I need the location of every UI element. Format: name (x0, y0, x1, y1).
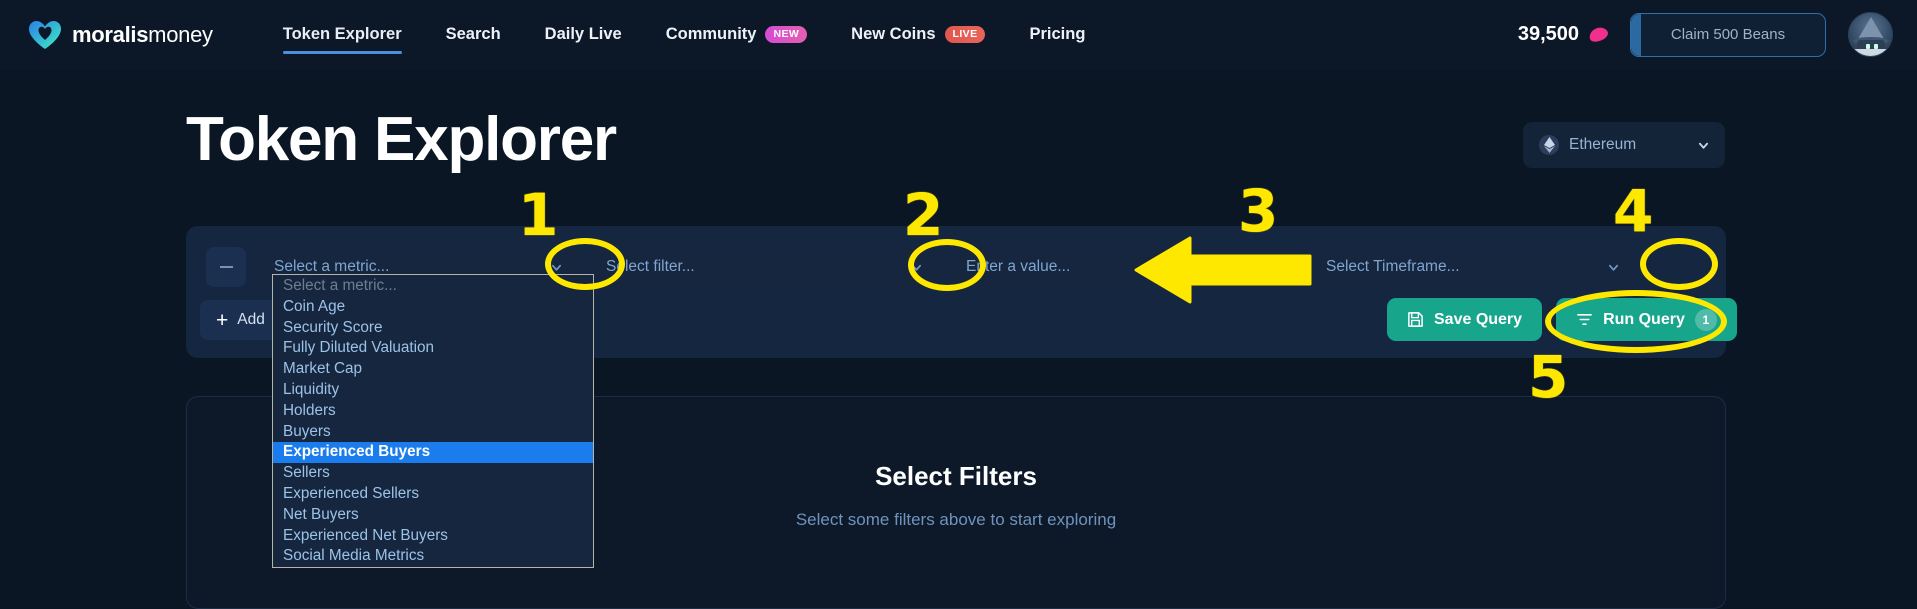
avatar-beard (1853, 49, 1888, 56)
remove-filter-button[interactable] (206, 247, 246, 287)
dropdown-option[interactable]: Social Media Metrics (273, 546, 593, 567)
beans-balance[interactable]: 39,500 (1517, 23, 1610, 46)
plus-icon: + (216, 308, 229, 332)
query-actions: Save Query Run Query 1 (1387, 298, 1737, 341)
nav-label: Token Explorer (282, 25, 402, 43)
nav-item-pricing[interactable]: Pricing (1007, 10, 1107, 60)
timeframe-select-placeholder: Select Timeframe... (1326, 258, 1460, 275)
nav-label: Daily Live (544, 25, 622, 43)
top-navigation-bar: moralismoney Token Explorer Search Daily… (0, 0, 1917, 70)
bean-icon (1587, 24, 1610, 45)
badge-new: NEW (765, 26, 808, 43)
value-input-placeholder: Enter a value... (966, 258, 1071, 275)
claim-beans-label: Claim 500 Beans (1670, 26, 1786, 43)
nav-label: Community (665, 25, 757, 43)
primary-nav: Token Explorer Search Daily Live Communi… (261, 10, 1108, 60)
page-title: Token Explorer (186, 105, 617, 174)
nav-right-area: 39,500 Claim 500 Beans (1518, 12, 1893, 57)
chain-selector[interactable]: Ethereum (1523, 122, 1725, 168)
user-avatar[interactable] (1848, 12, 1893, 57)
nav-item-new-coins[interactable]: New Coins LIVE (829, 10, 1007, 60)
moralis-heart-logo-icon (29, 20, 61, 49)
filter-select[interactable]: Select filter... (590, 246, 938, 288)
claim-beans-button[interactable]: Claim 500 Beans (1630, 12, 1826, 57)
badge-live: LIVE (944, 26, 986, 43)
dropdown-option[interactable]: Holders (273, 401, 593, 422)
timeframe-select[interactable]: Select Timeframe... (1310, 246, 1635, 288)
save-query-label: Save Query (1434, 310, 1523, 328)
floppy-disk-icon (1408, 312, 1423, 327)
dropdown-option[interactable]: Coin Age (273, 297, 593, 318)
run-query-count: 1 (1694, 308, 1717, 331)
dropdown-option[interactable]: Sellers (273, 463, 593, 484)
run-query-button[interactable]: Run Query 1 (1556, 298, 1737, 341)
dropdown-option[interactable]: Market Cap (273, 359, 593, 380)
minus-icon (219, 266, 233, 268)
nav-item-token-explorer[interactable]: Token Explorer (261, 10, 424, 60)
active-tab-underline (282, 51, 402, 54)
dropdown-option[interactable]: Buyers (273, 422, 593, 443)
save-query-button[interactable]: Save Query (1387, 298, 1543, 341)
dropdown-option[interactable]: Security Score (273, 318, 593, 339)
dropdown-option[interactable]: Experienced Sellers (273, 484, 593, 505)
nav-label: Pricing (1029, 25, 1086, 43)
filter-funnel-icon (1577, 313, 1592, 326)
chevron-down-icon (1698, 142, 1709, 149)
app-root: moralismoney Token Explorer Search Daily… (0, 0, 1917, 609)
dropdown-option[interactable]: Select a metric... (273, 276, 593, 297)
beans-count: 39,500 (1517, 23, 1579, 45)
dropdown-option[interactable]: Net Buyers (273, 505, 593, 526)
chain-name: Ethereum (1569, 136, 1637, 153)
nav-item-daily-live[interactable]: Daily Live (523, 10, 644, 60)
brand-area[interactable]: moralismoney (28, 20, 213, 50)
add-filter-label: Add (237, 311, 265, 328)
nav-label: Search (445, 25, 501, 43)
run-query-label: Run Query (1603, 310, 1685, 328)
dropdown-option[interactable]: Liquidity (273, 380, 593, 401)
dropdown-option[interactable]: Fully Diluted Valuation (273, 338, 593, 359)
nav-item-community[interactable]: Community NEW (644, 10, 829, 60)
dropdown-option[interactable]: Experienced Net Buyers (273, 526, 593, 547)
chevron-down-icon[interactable] (911, 262, 922, 273)
dropdown-option-selected[interactable]: Experienced Buyers (273, 442, 593, 464)
brand-name: moralismoney (72, 22, 213, 48)
chevron-down-icon[interactable] (1608, 262, 1619, 273)
wizard-hat-icon (1857, 17, 1884, 39)
nav-label: New Coins (851, 25, 936, 43)
brand-name-bold: moralis (72, 21, 149, 47)
ethereum-icon (1539, 135, 1559, 155)
chevron-down-icon[interactable] (551, 262, 562, 273)
filter-select-placeholder: Select filter... (606, 258, 695, 275)
add-filter-button[interactable]: + Add (200, 300, 281, 340)
nav-item-search[interactable]: Search (424, 10, 523, 60)
metric-dropdown-list[interactable]: Select a metric... Coin Age Security Sco… (272, 274, 594, 569)
brand-name-light: money (148, 21, 213, 47)
value-input[interactable]: Enter a value... (950, 246, 1298, 288)
